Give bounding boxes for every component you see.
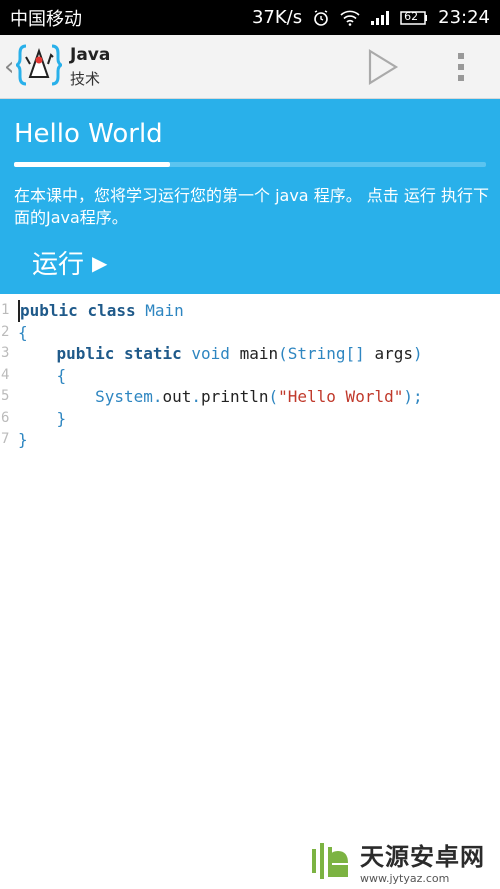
code-editor[interactable]: 1 public class Main 2 { 3 public static … bbox=[0, 300, 500, 451]
app-title-block: Java 技术 bbox=[70, 45, 110, 89]
lesson-progress-fill bbox=[14, 162, 170, 167]
signal-icon bbox=[370, 10, 390, 26]
lesson-progress-bar bbox=[14, 162, 486, 167]
keyword: public bbox=[20, 301, 78, 320]
battery-level: 62 bbox=[404, 9, 419, 23]
carrier-label: 中国移动 bbox=[10, 8, 82, 30]
code-content: System.out.println("Hello World"); bbox=[95, 387, 423, 406]
code-content: public static void main(String[] args) bbox=[18, 343, 423, 365]
brace: { bbox=[18, 322, 28, 342]
overflow-dot bbox=[458, 53, 464, 59]
line-number: 5 bbox=[1, 388, 10, 404]
semicolon: ; bbox=[413, 387, 423, 406]
watermark-text: 天源安卓网 www.jytyaz.com bbox=[360, 837, 485, 885]
code-line: 3 public static void main(String[] args) bbox=[0, 343, 500, 365]
line-number: 7 bbox=[1, 431, 10, 447]
code-line: 7 } bbox=[0, 429, 500, 451]
lesson-description: 在本课中，您将学习运行您的第一个 java 程序。 点击 运行 执行下面的Jav… bbox=[14, 186, 489, 227]
watermark-main: 天源安卓网 bbox=[360, 843, 485, 871]
run-action-button[interactable] bbox=[360, 45, 406, 89]
brace: } bbox=[18, 430, 28, 449]
keyword: static bbox=[123, 344, 182, 363]
line-number: 1 bbox=[1, 302, 10, 318]
class-name: Main bbox=[145, 301, 184, 320]
android-logo-icon bbox=[308, 837, 354, 885]
brace: } bbox=[56, 408, 67, 428]
overflow-dot bbox=[458, 64, 464, 70]
code-content: public class Main bbox=[18, 300, 184, 322]
run-button-label: 运行 bbox=[32, 250, 85, 280]
code-line: 5 System.out.println("Hello World"); bbox=[0, 386, 500, 408]
line-number: 2 bbox=[1, 323, 10, 340]
app-title: Java bbox=[70, 44, 111, 65]
run-button[interactable]: 运行 ▶ bbox=[32, 244, 107, 281]
method-name: main bbox=[239, 344, 279, 363]
action-bar: ‹ Java 技术 bbox=[0, 35, 500, 99]
code-content: } bbox=[18, 408, 67, 430]
lesson-title: Hello World bbox=[14, 119, 163, 149]
class-ref: System bbox=[95, 387, 153, 406]
watermark: 天源安卓网 www.jytyaz.com bbox=[308, 836, 498, 886]
param-type: String[] bbox=[287, 344, 365, 363]
code-line: 4 { bbox=[0, 365, 500, 387]
java-logo-icon bbox=[14, 42, 65, 92]
clock: 23:24 bbox=[438, 7, 490, 28]
field-ref: out bbox=[162, 387, 192, 406]
line-number: 4 bbox=[1, 366, 10, 383]
chevron-left-icon: ‹ bbox=[4, 51, 15, 82]
code-line: 2 { bbox=[0, 322, 500, 344]
brace: { bbox=[56, 365, 67, 385]
overflow-dot bbox=[458, 75, 464, 81]
keyword: class bbox=[87, 301, 136, 320]
string-literal: "Hello World" bbox=[278, 387, 404, 406]
method-ref: println bbox=[201, 387, 269, 406]
play-arrow-icon: ▶ bbox=[92, 250, 108, 275]
param-name: args bbox=[374, 344, 413, 363]
overflow-menu-button[interactable] bbox=[448, 45, 474, 89]
watermark-sub: www.jytyaz.com bbox=[360, 872, 450, 885]
paren: ) bbox=[412, 344, 423, 363]
line-number: 3 bbox=[1, 345, 10, 361]
keyword: void bbox=[191, 344, 230, 363]
line-number: 6 bbox=[1, 409, 10, 426]
battery-icon: 62 bbox=[400, 10, 428, 26]
status-bar: 中国移动 37K/s 62 23:24 bbox=[0, 0, 500, 35]
code-line: 1 public class Main bbox=[0, 300, 500, 322]
wifi-icon bbox=[340, 10, 360, 26]
app-subtitle: 技术 bbox=[70, 69, 101, 88]
status-right: 37K/s 62 23:24 bbox=[252, 7, 490, 28]
network-speed: 37K/s bbox=[251, 7, 303, 28]
alarm-icon bbox=[312, 9, 330, 27]
code-content: { bbox=[18, 365, 67, 387]
back-button[interactable]: ‹ bbox=[0, 35, 65, 99]
code-line: 6 } bbox=[0, 408, 500, 430]
paren: ( bbox=[278, 344, 288, 363]
keyword: public bbox=[56, 344, 115, 363]
lesson-banner: Hello World 在本课中，您将学习运行您的第一个 java 程序。 点击… bbox=[0, 99, 500, 294]
play-icon bbox=[368, 49, 399, 85]
